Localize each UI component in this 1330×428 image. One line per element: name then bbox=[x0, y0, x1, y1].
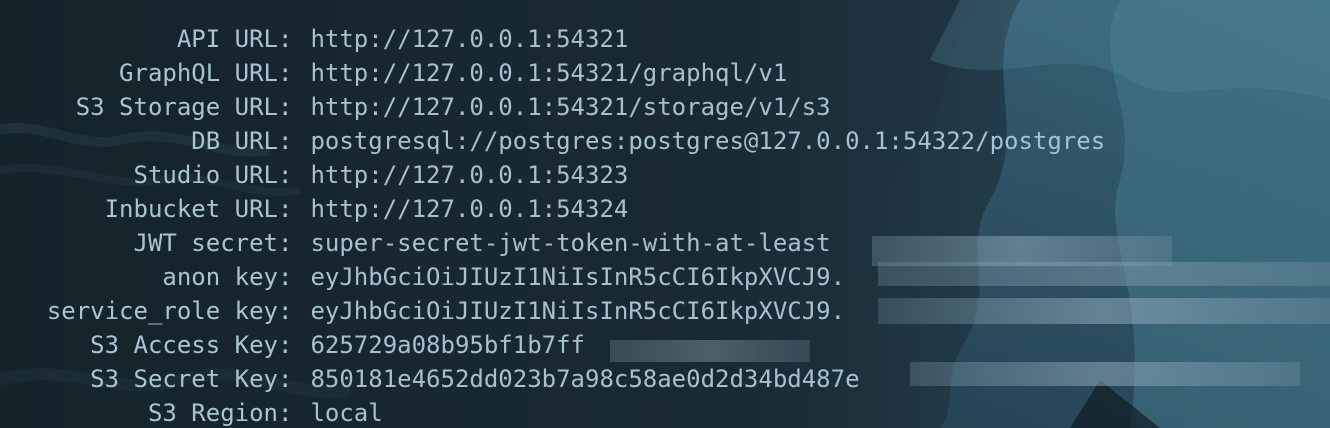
row-studio-url: Studio URL: http://127.0.0.1:54323 bbox=[0, 158, 1105, 192]
value: 625729a08b95bf1b7ff bbox=[310, 331, 585, 359]
label: service_role key bbox=[46, 297, 278, 325]
colon: : bbox=[278, 25, 293, 53]
label: JWT secret bbox=[133, 229, 279, 257]
colon: : bbox=[278, 365, 293, 393]
label: GraphQL URL bbox=[119, 59, 278, 87]
value: http://127.0.0.1:54324 bbox=[310, 195, 629, 223]
label: DB URL bbox=[191, 127, 278, 155]
value: http://127.0.0.1:54321 bbox=[310, 25, 629, 53]
value: local bbox=[310, 399, 383, 427]
colon: : bbox=[278, 59, 293, 87]
status-output: API URL: http://127.0.0.1:54321 GraphQL U… bbox=[0, 22, 1105, 428]
value: super-secret-jwt-token-with-at-least bbox=[310, 229, 831, 257]
colon: : bbox=[278, 297, 293, 325]
terminal-window[interactable]: API URL: http://127.0.0.1:54321 GraphQL U… bbox=[0, 0, 1330, 428]
row-service-role-key: service_role key: eyJhbGciOiJIUzI1NiIsInR… bbox=[0, 294, 1105, 328]
row-s3-secret-key: S3 Secret Key:850181e4652dd023b7a98c58ae… bbox=[0, 362, 1105, 396]
value: eyJhbGciOiJIUzI1NiIsInR5cCI6IkpXVCJ9. bbox=[310, 297, 846, 325]
colon: : bbox=[278, 127, 293, 155]
row-s3-storage-url: S3 Storage URL: http://127.0.0.1:54321/st… bbox=[0, 90, 1105, 124]
label: S3 Secret Key bbox=[90, 365, 278, 393]
label: S3 Access Key bbox=[90, 331, 278, 359]
value: 850181e4652dd023b7a98c58ae0d2d34bd487e bbox=[310, 365, 860, 393]
value: postgresql://postgres:postgres@127.0.0.1… bbox=[310, 127, 1106, 155]
colon: : bbox=[278, 399, 293, 427]
label: Studio URL bbox=[133, 161, 279, 189]
colon: : bbox=[278, 161, 293, 189]
row-jwt-secret: JWT secret: super-secret-jwt-token-with-a… bbox=[0, 226, 1105, 260]
label: S3 Storage URL bbox=[75, 93, 278, 121]
row-anon-key: anon key: eyJhbGciOiJIUzI1NiIsInR5cCI6Ikp… bbox=[0, 260, 1105, 294]
row-inbucket-url: Inbucket URL: http://127.0.0.1:54324 bbox=[0, 192, 1105, 226]
value: http://127.0.0.1:54321/graphql/v1 bbox=[310, 59, 788, 87]
label: anon key bbox=[162, 263, 278, 291]
colon: : bbox=[278, 195, 293, 223]
label: Inbucket URL bbox=[104, 195, 278, 223]
value: eyJhbGciOiJIUzI1NiIsInR5cCI6IkpXVCJ9. bbox=[310, 263, 846, 291]
colon: : bbox=[278, 331, 293, 359]
row-db-url: DB URL: postgresql://postgres:postgres@12… bbox=[0, 124, 1105, 158]
label: S3 Region bbox=[147, 399, 278, 427]
row-api-url: API URL: http://127.0.0.1:54321 bbox=[0, 22, 1105, 56]
colon: : bbox=[278, 229, 293, 257]
value: http://127.0.0.1:54321/storage/v1/s3 bbox=[310, 93, 831, 121]
row-s3-region: S3 Region: local bbox=[0, 396, 1105, 428]
row-graphql-url: GraphQL URL: http://127.0.0.1:54321/graph… bbox=[0, 56, 1105, 90]
label: API URL bbox=[176, 25, 278, 53]
value: http://127.0.0.1:54323 bbox=[310, 161, 629, 189]
row-s3-access-key: S3 Access Key:625729a08b95bf1b7ff bbox=[0, 328, 1105, 362]
colon: : bbox=[278, 263, 293, 291]
colon: : bbox=[278, 93, 293, 121]
